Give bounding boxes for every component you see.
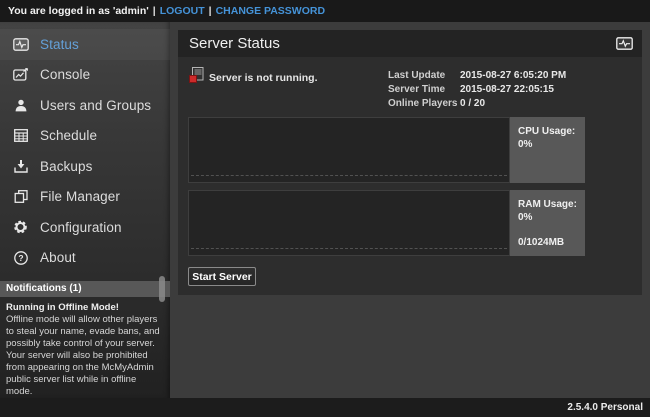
cpu-usage-label: CPU Usage: [518,125,585,138]
ram-usage-graph [188,190,510,256]
cpu-graph-baseline [191,175,507,176]
notification-title: Running in Offline Mode! [6,302,164,314]
info-row-online-players: Online Players 0 / 20 [388,96,566,110]
notifications-section: Notifications (1) Running in Offline Mod… [0,281,170,403]
sidebar: Status Console Users and Groups Schedule [0,22,170,398]
separator: | [209,5,212,17]
file-manager-icon [12,190,29,203]
sidebar-nav: Status Console Users and Groups Schedule [0,29,170,273]
users-icon [12,99,29,112]
mcmyadmin-app: You are logged in as 'admin' | LOGOUT | … [0,0,650,417]
sidebar-item-label: Backups [40,159,92,174]
sidebar-item-configuration[interactable]: Configuration [0,212,170,243]
info-label: Server Time [388,84,460,95]
cpu-usage-box: CPU Usage: 0% [510,117,585,183]
ram-usage-row: RAM Usage: 0% 0/1024MB [188,190,585,256]
help-icon: ? [12,251,29,265]
sidebar-item-label: Status [40,37,79,52]
sidebar-item-label: Configuration [40,220,122,235]
info-value: 2015-08-27 22:05:15 [460,84,554,95]
notification-item: Running in Offline Mode! Offline mode wi… [0,297,170,403]
notification-text: Offline mode will allow other players to… [6,314,164,398]
footer-bar: 2.5.4.0 Personal [0,398,650,417]
ram-usage-value: 0% [518,211,585,224]
pulse-icon [616,37,633,50]
ram-graph-baseline [191,248,507,249]
panel-header: Server Status [178,30,642,57]
ram-usage-label: RAM Usage: [518,198,585,211]
logged-in-text: You are logged in as 'admin' [8,5,149,17]
notifications-header: Notifications (1) [0,281,170,297]
gear-icon [12,220,29,234]
sidebar-item-label: About [40,250,76,265]
svg-text:?: ? [18,253,23,263]
sidebar-item-console[interactable]: Console [0,60,170,91]
info-row-last-update: Last Update 2015-08-27 6:05:20 PM [388,68,566,82]
sidebar-item-status[interactable]: Status [0,29,170,60]
separator: | [153,5,156,17]
ram-usage-box: RAM Usage: 0% 0/1024MB [510,190,585,256]
cpu-usage-graph [188,117,510,183]
status-icon [12,38,29,51]
server-stopped-icon [189,67,204,83]
console-icon [12,68,29,81]
sidebar-item-label: Users and Groups [40,98,151,113]
server-status-panel: Server is not running. Last Update 2015-… [178,57,642,295]
cpu-usage-row: CPU Usage: 0% [188,117,585,183]
sidebar-item-label: Schedule [40,128,97,143]
cpu-usage-value: 0% [518,138,585,151]
change-password-link[interactable]: CHANGE PASSWORD [216,5,325,17]
sidebar-item-file-manager[interactable]: File Manager [0,182,170,213]
version-label: 2.5.4.0 Personal [567,402,643,413]
sidebar-item-label: File Manager [40,189,120,204]
info-row-server-time: Server Time 2015-08-27 22:05:15 [388,82,566,96]
ram-usage-detail: 0/1024MB [518,236,585,249]
server-status-message: Server is not running. [209,72,318,84]
sidebar-item-schedule[interactable]: Schedule [0,121,170,152]
info-value: 0 / 20 [460,98,485,109]
info-label: Online Players [388,98,460,109]
start-server-button[interactable]: Start Server [188,267,256,286]
sidebar-item-label: Console [40,67,90,82]
logout-link[interactable]: LOGOUT [160,5,205,17]
info-value: 2015-08-27 6:05:20 PM [460,70,566,81]
sidebar-item-about[interactable]: ? About [0,243,170,274]
backups-icon [12,160,29,173]
sidebar-item-backups[interactable]: Backups [0,151,170,182]
topbar: You are logged in as 'admin' | LOGOUT | … [0,0,650,22]
server-info-table: Last Update 2015-08-27 6:05:20 PM Server… [388,68,566,110]
schedule-icon [12,129,29,142]
page-title: Server Status [189,35,616,52]
sidebar-scrollbar-thumb[interactable] [159,276,165,302]
info-label: Last Update [388,70,460,81]
sidebar-item-users-and-groups[interactable]: Users and Groups [0,90,170,121]
main-content: Server Status Server is not running. Las… [170,22,650,398]
